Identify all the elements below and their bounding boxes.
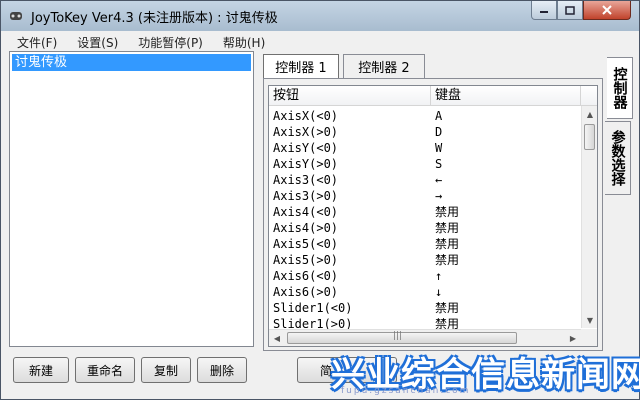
close-button[interactable] bbox=[583, 1, 631, 20]
scroll-down-icon[interactable]: ▼ bbox=[583, 313, 597, 327]
menu-pause[interactable]: 功能暂停(P) bbox=[128, 31, 213, 51]
copy-config-button[interactable]: 复制 bbox=[141, 357, 191, 383]
vertical-scrollbar[interactable]: ▲ ▼ bbox=[581, 106, 597, 328]
window-title: JoyToKey Ver4.3 (未注册版本) : 讨鬼传极 bbox=[31, 11, 278, 26]
minimize-button[interactable] bbox=[531, 1, 557, 20]
column-header-button[interactable]: 按钮 bbox=[269, 86, 431, 106]
delete-config-button[interactable]: 删除 bbox=[197, 357, 247, 383]
scroll-grip-icon: ||| bbox=[393, 331, 403, 341]
button-cell: AxisY(<0) bbox=[273, 141, 339, 155]
menu-file[interactable]: 文件(F) bbox=[7, 31, 67, 51]
horizontal-scrollbar[interactable]: ◀ ||| ▶ bbox=[269, 329, 581, 346]
key-cell: D bbox=[435, 125, 443, 139]
menu-help[interactable]: 帮助(H) bbox=[213, 31, 275, 51]
config-list[interactable]: 讨鬼传极 bbox=[9, 51, 254, 347]
table-row[interactable]: Axis5(<0) 禁用 bbox=[269, 236, 581, 252]
tab-content: 按钮 键盘 AxisX(<0) A AxisX(>0) D AxisY(<0) W A… bbox=[263, 78, 603, 351]
key-cell: A bbox=[435, 109, 443, 123]
horizontal-scroll-thumb[interactable]: ||| bbox=[287, 331, 517, 344]
table-row[interactable]: Axis4(<0) 禁用 bbox=[269, 204, 581, 220]
button-cell: AxisX(>0) bbox=[273, 125, 339, 139]
rename-config-button[interactable]: 重命名 bbox=[75, 357, 135, 383]
table-row[interactable]: AxisX(>0) D bbox=[269, 124, 581, 140]
scroll-right-icon[interactable]: ▶ bbox=[566, 331, 580, 345]
table-row[interactable]: AxisX(<0) A bbox=[269, 108, 581, 124]
button-mapping-grid[interactable]: 按钮 键盘 AxisX(<0) A AxisX(>0) D AxisY(<0) W A… bbox=[268, 85, 598, 347]
key-cell: S bbox=[435, 157, 443, 171]
key-cell: ← bbox=[435, 173, 443, 187]
key-cell: 禁用 bbox=[435, 253, 460, 267]
button-cell: Axis6(>0) bbox=[273, 285, 339, 299]
table-row[interactable]: Axis3(<0) ← bbox=[269, 172, 581, 188]
tab-controller-1[interactable]: 控制器 1 bbox=[263, 54, 339, 78]
button-cell: AxisX(<0) bbox=[273, 109, 339, 123]
maximize-button[interactable] bbox=[557, 1, 583, 20]
scroll-corner bbox=[581, 329, 597, 346]
scroll-up-icon[interactable]: ▲ bbox=[583, 107, 597, 121]
minimize-icon bbox=[540, 11, 548, 13]
button-cell: Axis5(>0) bbox=[273, 253, 339, 267]
button-cell: Axis4(>0) bbox=[273, 221, 339, 235]
tab-controller-2[interactable]: 控制器 2 bbox=[343, 54, 425, 78]
grid-header: 按钮 键盘 bbox=[269, 86, 597, 106]
table-row[interactable]: Axis6(<0) ↑ bbox=[269, 268, 581, 284]
key-cell: ↑ bbox=[435, 269, 443, 283]
table-row[interactable]: Axis5(>0) 禁用 bbox=[269, 252, 581, 268]
maximize-icon bbox=[565, 5, 575, 15]
close-icon bbox=[602, 5, 612, 15]
button-cell: Axis5(<0) bbox=[273, 237, 339, 251]
side-tab-controller[interactable]: 控制器 bbox=[607, 57, 633, 119]
button-cell: Axis4(<0) bbox=[273, 205, 339, 219]
key-cell: 禁用 bbox=[435, 301, 460, 315]
key-cell: 禁用 bbox=[435, 221, 460, 235]
key-cell: 禁用 bbox=[435, 205, 460, 219]
button-cell: Axis3(<0) bbox=[273, 173, 339, 187]
table-row[interactable]: AxisY(<0) W bbox=[269, 140, 581, 156]
table-row[interactable]: Axis4(>0) 禁用 bbox=[269, 220, 581, 236]
table-row[interactable]: Axis3(>0) → bbox=[269, 188, 581, 204]
button-cell: AxisY(>0) bbox=[273, 157, 339, 171]
title-bar[interactable]: JoyToKey Ver4.3 (未注册版本) : 讨鬼传极 bbox=[1, 1, 639, 31]
table-row[interactable]: Slider1(<0) 禁用 bbox=[269, 300, 581, 316]
column-header-keyboard[interactable]: 键盘 bbox=[431, 86, 581, 106]
scroll-left-icon[interactable]: ◀ bbox=[270, 331, 284, 345]
key-cell: 禁用 bbox=[435, 237, 460, 251]
app-window: JoyToKey Ver4.3 (未注册版本) : 讨鬼传极 文件(F) 设置(… bbox=[0, 0, 640, 400]
button-cell: Slider1(<0) bbox=[273, 301, 353, 315]
key-cell: → bbox=[435, 189, 443, 203]
table-row[interactable]: AxisY(>0) S bbox=[269, 156, 581, 172]
menu-settings[interactable]: 设置(S) bbox=[67, 31, 128, 51]
key-cell: W bbox=[435, 141, 443, 155]
menu-bar: 文件(F) 设置(S) 功能暂停(P) 帮助(H) bbox=[1, 31, 639, 51]
button-cell: Axis3(>0) bbox=[273, 189, 339, 203]
table-row[interactable]: Axis6(>0) ↓ bbox=[269, 284, 581, 300]
config-list-item-selected[interactable]: 讨鬼传极 bbox=[12, 54, 251, 71]
joytokey-app-icon bbox=[10, 12, 22, 20]
side-tab-preferences[interactable]: 参数选择 bbox=[605, 121, 631, 195]
key-cell: ↓ bbox=[435, 285, 443, 299]
button-cell: Axis6(<0) bbox=[273, 269, 339, 283]
vertical-scroll-thumb[interactable] bbox=[584, 124, 595, 150]
new-config-button[interactable]: 新建 bbox=[13, 357, 69, 383]
watermark-subtext: fupu.gzsanchan.com bbox=[341, 386, 471, 396]
controller-tabs-area: 控制器 1 控制器 2 按钮 键盘 AxisX(<0) A AxisX(>0) D … bbox=[263, 51, 603, 351]
